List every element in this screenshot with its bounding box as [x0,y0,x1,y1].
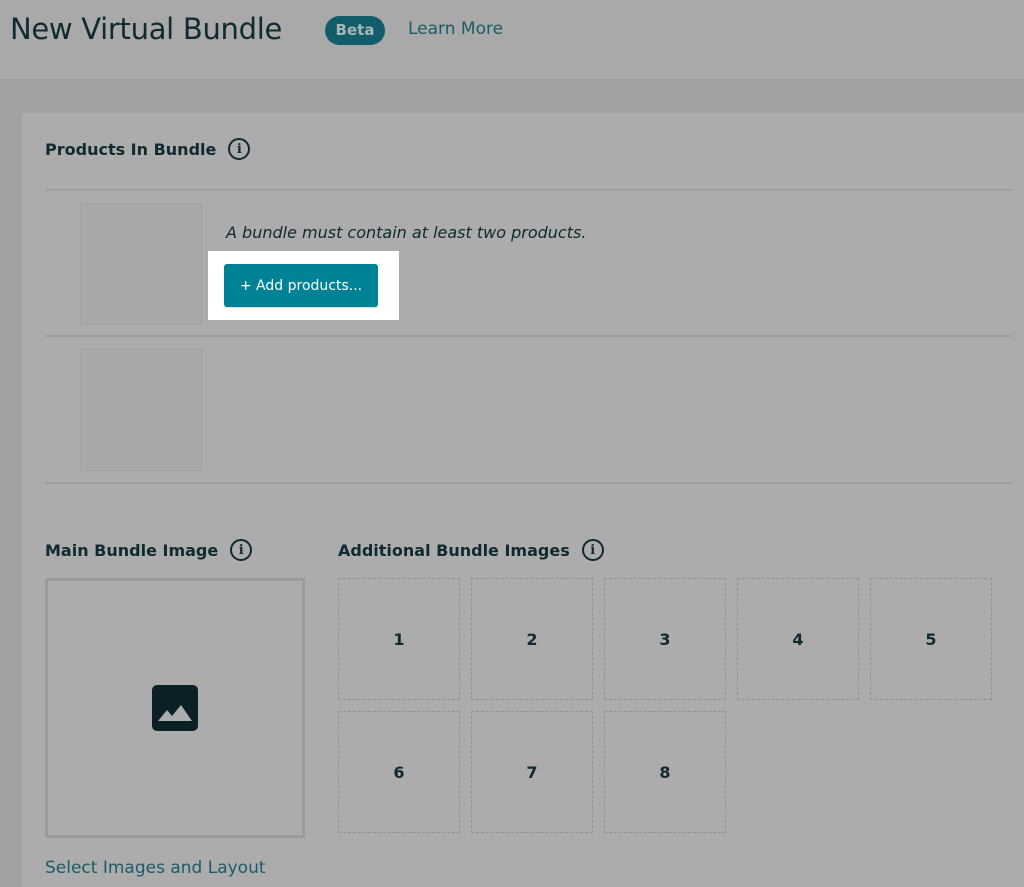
additional-image-slot-6[interactable]: 6 [338,711,460,833]
add-products-button[interactable]: + Add products... [224,264,378,307]
info-icon[interactable]: i [228,138,251,160]
page-title: New Virtual Bundle [10,12,283,46]
image-icon [152,685,198,731]
additional-image-slot-4[interactable]: 4 [737,578,859,700]
products-in-bundle-heading: Products In Bundle i [45,138,251,160]
beta-badge: Beta [325,16,385,45]
additional-image-slot-3[interactable]: 3 [604,578,726,700]
learn-more-link[interactable]: Learn More [408,19,503,39]
additional-image-slot-5[interactable]: 5 [870,578,992,700]
product-slot-1 [80,203,202,325]
info-icon[interactable]: i [230,539,253,561]
additional-image-slot-1[interactable]: 1 [338,578,460,700]
select-images-and-layout-link[interactable]: Select Images and Layout [45,858,266,878]
main-image-heading-label: Main Bundle Image [45,540,219,560]
additional-image-slot-7[interactable]: 7 [471,711,593,833]
additional-bundle-images-heading: Additional Bundle Images i [338,539,604,561]
product-slot-2 [80,349,202,471]
divider [45,335,1012,337]
divider [45,482,1012,484]
additional-image-slot-2[interactable]: 2 [471,578,593,700]
page-header: New Virtual Bundle Beta Learn More [0,0,1024,79]
additional-images-heading-label: Additional Bundle Images [338,540,570,560]
products-heading-label: Products In Bundle [45,139,217,159]
additional-image-slot-8[interactable]: 8 [604,711,726,833]
divider [45,189,1012,191]
info-icon[interactable]: i [581,539,604,561]
bundle-requirement-hint: A bundle must contain at least two produ… [226,223,587,242]
main-bundle-image-heading: Main Bundle Image i [45,539,253,561]
main-image-dropzone[interactable] [45,578,305,838]
